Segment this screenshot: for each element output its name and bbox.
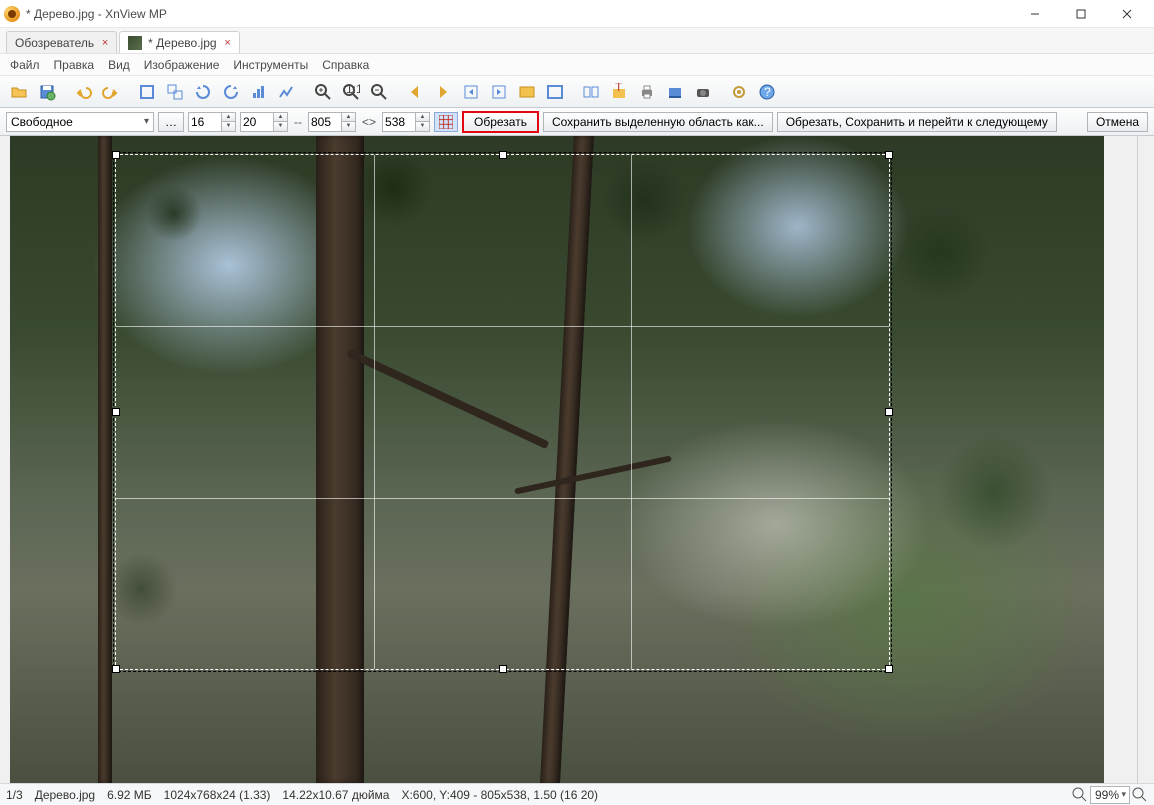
zoom-controls: 99% [1072, 786, 1148, 804]
window-title: * Дерево.jpg - XnView MP [26, 7, 167, 21]
resize-handle[interactable] [112, 151, 120, 159]
menubar: Файл Правка Вид Изображение Инструменты … [0, 54, 1154, 76]
app-icon [4, 6, 20, 22]
resize-handle[interactable] [112, 408, 120, 416]
swap-button[interactable]: <> [360, 115, 378, 129]
first-page-button[interactable] [458, 79, 484, 105]
svg-text:?: ? [764, 85, 771, 99]
status-physical: 14.22x10.67 дюйма [282, 788, 389, 802]
grid-toggle-button[interactable] [434, 112, 458, 132]
resize-handle[interactable] [499, 665, 507, 673]
grid-line [374, 155, 375, 669]
open-button[interactable] [6, 79, 32, 105]
last-page-button[interactable] [486, 79, 512, 105]
document-tabs: Обозреватель × * Дерево.jpg × [0, 28, 1154, 54]
resize-button[interactable] [162, 79, 188, 105]
levels-button[interactable] [246, 79, 272, 105]
redo-button[interactable] [98, 79, 124, 105]
rotate-left-button[interactable] [190, 79, 216, 105]
resize-handle[interactable] [885, 408, 893, 416]
status-index: 1/3 [6, 788, 23, 802]
resize-handle[interactable] [499, 151, 507, 159]
grid-line [631, 155, 632, 669]
resize-handle[interactable] [112, 665, 120, 673]
crop-x-input[interactable]: ▲▼ [188, 112, 236, 132]
help-button[interactable]: ? [754, 79, 780, 105]
save-button[interactable] [34, 79, 60, 105]
crop-toolbar: Свободное … ▲▼ ▲▼ -- ▲▼ <> ▲▼ Обрезать С… [0, 108, 1154, 136]
resize-handle[interactable] [885, 665, 893, 673]
image-viewer [0, 136, 1154, 783]
zoom-in-button[interactable] [310, 79, 336, 105]
minimize-button[interactable] [1012, 0, 1058, 28]
crop-height-input[interactable]: ▲▼ [382, 112, 430, 132]
tab-label: * Дерево.jpg [148, 36, 216, 50]
grid-line [116, 326, 889, 327]
crop-width-input[interactable]: ▲▼ [308, 112, 356, 132]
titlebar: * Дерево.jpg - XnView MP [0, 0, 1154, 28]
status-cursor: X:600, Y:409 - 805x538, 1.50 (16 20) [401, 788, 598, 802]
acquire-button[interactable] [690, 79, 716, 105]
close-button[interactable] [1104, 0, 1150, 28]
dash-separator: -- [292, 115, 304, 129]
zoom-combo[interactable]: 99% [1090, 786, 1130, 804]
undo-button[interactable] [70, 79, 96, 105]
zoom-out-button[interactable] [366, 79, 392, 105]
settings-button[interactable] [726, 79, 752, 105]
tab-thumbnail [128, 36, 142, 50]
zoom-100-button[interactable]: 1:1 [338, 79, 364, 105]
status-dimensions: 1024x768x24 (1.33) [164, 788, 271, 802]
svg-text:T: T [615, 83, 623, 94]
close-tab-icon[interactable]: × [98, 36, 112, 50]
scan-button[interactable] [662, 79, 688, 105]
crop-presets-button[interactable]: … [158, 112, 184, 132]
tab-browser[interactable]: Обозреватель × [6, 31, 117, 53]
crop-mode-combo[interactable]: Свободное [6, 112, 154, 132]
auto-levels-button[interactable] [274, 79, 300, 105]
crop-button[interactable]: Обрезать [462, 111, 539, 133]
maximize-button[interactable] [1058, 0, 1104, 28]
crop-y-input[interactable]: ▲▼ [240, 112, 288, 132]
crop-selection[interactable] [115, 154, 890, 670]
main-toolbar: 1:1 T ? [0, 76, 1154, 108]
compare-button[interactable] [578, 79, 604, 105]
statusbar: 1/3 Дерево.jpg 6.92 МБ 1024x768x24 (1.33… [0, 783, 1154, 805]
tab-label: Обозреватель [15, 36, 94, 50]
status-filename: Дерево.jpg [35, 788, 95, 802]
fullscreen-button[interactable] [542, 79, 568, 105]
crop-button[interactable] [134, 79, 160, 105]
menu-edit[interactable]: Правка [54, 58, 95, 72]
crop-mode-value: Свободное [11, 115, 73, 129]
next-image-button[interactable] [430, 79, 456, 105]
menu-file[interactable]: Файл [10, 58, 40, 72]
crop-save-next-button[interactable]: Обрезать, Сохранить и перейти к следующе… [777, 112, 1057, 132]
slideshow-button[interactable] [514, 79, 540, 105]
cancel-button[interactable]: Отмена [1087, 112, 1148, 132]
menu-view[interactable]: Вид [108, 58, 130, 72]
tab-image[interactable]: * Дерево.jpg × [119, 31, 239, 53]
menu-image[interactable]: Изображение [144, 58, 220, 72]
zoom-out-icon[interactable] [1072, 787, 1088, 803]
svg-text:1:1: 1:1 [346, 83, 360, 96]
close-tab-icon[interactable]: × [221, 36, 235, 50]
menu-help[interactable]: Справка [322, 58, 369, 72]
vertical-scrollbar[interactable] [1137, 136, 1154, 783]
save-selection-button[interactable]: Сохранить выделенную область как... [543, 112, 773, 132]
resize-handle[interactable] [885, 151, 893, 159]
menu-tools[interactable]: Инструменты [233, 58, 308, 72]
rotate-right-button[interactable] [218, 79, 244, 105]
image-canvas[interactable] [10, 136, 1104, 783]
status-filesize: 6.92 МБ [107, 788, 152, 802]
grid-line [116, 498, 889, 499]
zoom-in-icon[interactable] [1132, 787, 1148, 803]
text-overlay-button[interactable]: T [606, 79, 632, 105]
print-button[interactable] [634, 79, 660, 105]
prev-image-button[interactable] [402, 79, 428, 105]
